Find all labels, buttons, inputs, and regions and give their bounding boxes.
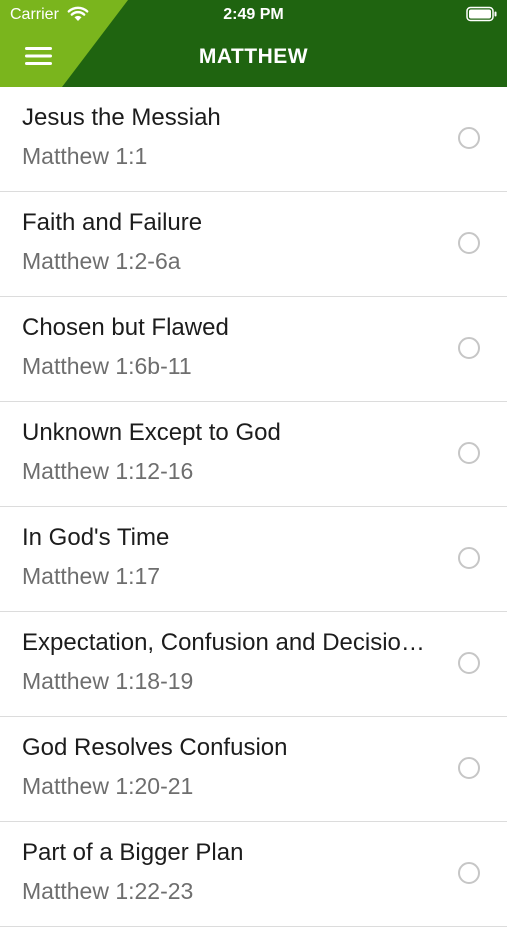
list-item[interactable]: Expectation, Confusion and Decisio… Matt… — [0, 612, 507, 717]
devotion-reference: Matthew 1:22-23 — [22, 878, 194, 904]
devotion-reference: Matthew 1:17 — [22, 563, 161, 589]
battery-icon — [466, 6, 497, 22]
devotion-title: Faith and Failure — [22, 209, 203, 236]
devotion-reference: Matthew 1:1 — [22, 143, 148, 169]
list-item[interactable]: In God's Time Matthew 1:17 — [0, 507, 507, 612]
devotion-list: Jesus the Messiah Matthew 1:1 Faith and … — [0, 87, 507, 927]
devotion-title: Jesus the Messiah — [22, 104, 221, 131]
list-item[interactable]: Part of a Bigger Plan Matthew 1:22-23 — [0, 822, 507, 927]
status-time: 2:49 PM — [223, 6, 284, 23]
devotion-title: Expectation, Confusion and Decisio… — [22, 629, 425, 656]
devotion-title: Chosen but Flawed — [22, 314, 229, 341]
devotion-reference: Matthew 1:20-21 — [22, 773, 194, 799]
radio-button[interactable] — [458, 862, 480, 884]
list-item[interactable]: Jesus the Messiah Matthew 1:1 — [0, 87, 507, 192]
list-item[interactable]: Unknown Except to God Matthew 1:12-16 — [0, 402, 507, 507]
radio-button[interactable] — [458, 442, 480, 464]
devotion-reference: Matthew 1:2-6a — [22, 248, 181, 274]
list-item[interactable]: God Resolves Confusion Matthew 1:20-21 — [0, 717, 507, 822]
devotion-reference: Matthew 1:18-19 — [22, 668, 194, 694]
list-item[interactable]: Faith and Failure Matthew 1:2-6a — [0, 192, 507, 297]
radio-button[interactable] — [458, 547, 480, 569]
page-title: MATTHEW — [198, 45, 309, 68]
app-header: Carrier 2:49 PM MATTHEW — [0, 0, 507, 87]
devotion-title: Part of a Bigger Plan — [22, 839, 244, 866]
radio-button[interactable] — [458, 757, 480, 779]
devotion-reference: Matthew 1:12-16 — [22, 458, 194, 484]
radio-button[interactable] — [458, 232, 480, 254]
list-item[interactable]: Chosen but Flawed Matthew 1:6b-11 — [0, 297, 507, 402]
devotion-reference: Matthew 1:6b-11 — [22, 353, 192, 379]
radio-button[interactable] — [458, 127, 480, 149]
radio-button[interactable] — [458, 337, 480, 359]
devotion-title: In God's Time — [22, 524, 170, 551]
radio-button[interactable] — [458, 652, 480, 674]
devotion-title: Unknown Except to God — [22, 419, 281, 446]
devotion-title: God Resolves Confusion — [22, 734, 288, 761]
status-bar: Carrier 2:49 PM — [0, 0, 507, 30]
